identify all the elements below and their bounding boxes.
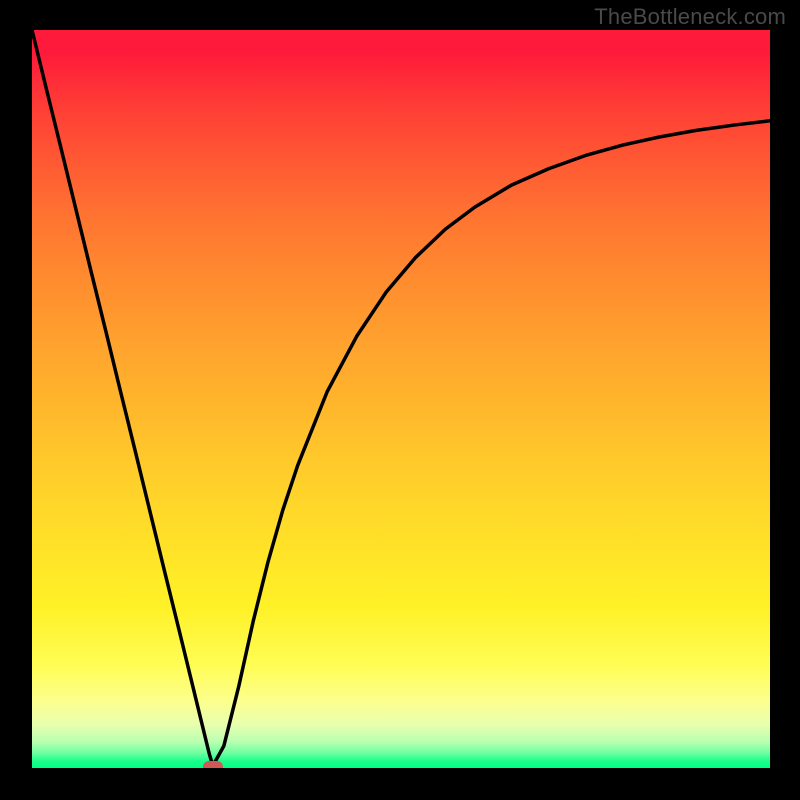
curve-line [32,30,770,768]
chart-frame: TheBottleneck.com [0,0,800,800]
plot-area [32,30,770,768]
minimum-marker [203,761,223,768]
watermark-text: TheBottleneck.com [594,4,786,30]
